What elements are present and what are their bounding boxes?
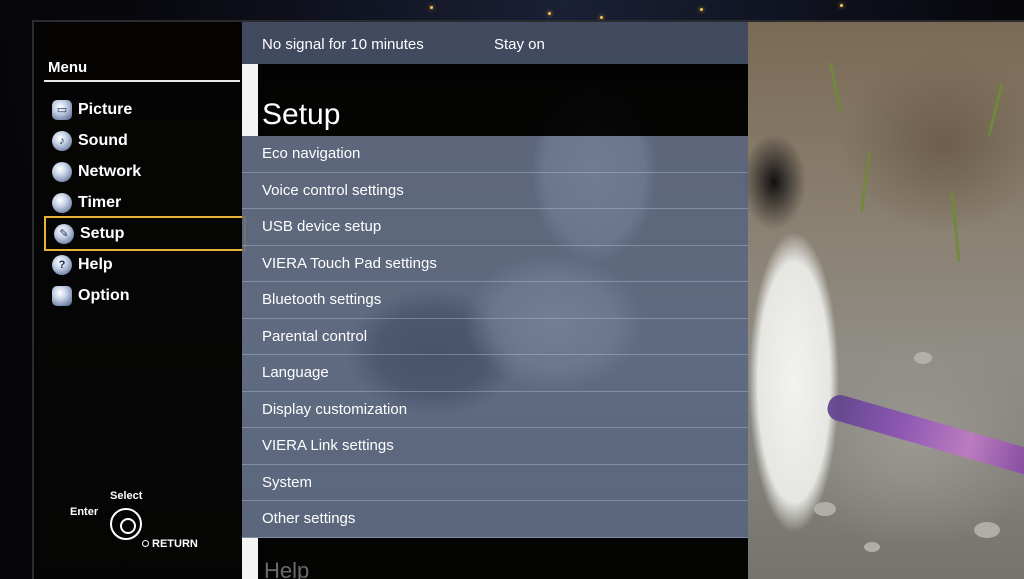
menu-item-sound[interactable]: ♪ Sound bbox=[44, 125, 246, 156]
main-menu-panel: Menu ▭ Picture ♪ Sound Network Timer ✎ S… bbox=[34, 22, 246, 579]
star-decoration bbox=[430, 6, 433, 9]
grass-decoration bbox=[859, 152, 872, 212]
option-language[interactable]: Language bbox=[242, 355, 748, 392]
pebble-decoration bbox=[864, 542, 880, 552]
navigation-hint: Select Enter RETURN bbox=[70, 490, 240, 560]
menu-item-timer[interactable]: Timer bbox=[44, 187, 246, 218]
dpad-icon bbox=[110, 508, 142, 540]
pebble-decoration bbox=[914, 352, 932, 364]
option-viera-link-settings[interactable]: VIERA Link settings bbox=[242, 428, 748, 465]
option-usb-device-setup[interactable]: USB device setup bbox=[242, 209, 748, 246]
pebble-decoration bbox=[974, 522, 1000, 538]
grass-decoration bbox=[950, 192, 961, 262]
menu-item-option[interactable]: Option bbox=[44, 280, 246, 311]
option-system[interactable]: System bbox=[242, 464, 748, 501]
menu-item-network[interactable]: Network bbox=[44, 156, 246, 187]
star-decoration bbox=[840, 4, 843, 7]
help-section: Help bbox=[242, 538, 748, 579]
menu-title: Menu bbox=[48, 59, 88, 76]
option-icon bbox=[52, 285, 72, 306]
help-section-title: Help bbox=[264, 558, 310, 579]
option-display-customization[interactable]: Display customization bbox=[242, 391, 748, 428]
option-bluetooth-settings[interactable]: Bluetooth settings bbox=[242, 282, 748, 319]
menu-item-label: Help bbox=[78, 255, 113, 273]
tv-screen: Menu ▭ Picture ♪ Sound Network Timer ✎ S… bbox=[32, 20, 1024, 579]
status-bar[interactable]: No signal for 10 minutes Stay on bbox=[242, 22, 748, 64]
grass-decoration bbox=[828, 62, 843, 112]
setup-header: Setup bbox=[242, 64, 748, 136]
star-decoration bbox=[548, 12, 551, 15]
return-hint-label: RETURN bbox=[152, 538, 198, 550]
timer-icon bbox=[52, 192, 72, 213]
star-decoration bbox=[700, 8, 703, 11]
menu-item-label: Sound bbox=[78, 131, 128, 149]
help-accent-bar bbox=[242, 538, 258, 579]
grass-decoration bbox=[987, 82, 1004, 137]
header-accent-bar bbox=[242, 64, 258, 136]
setup-options-list: Eco navigation Voice control settings US… bbox=[242, 136, 748, 538]
menu-list: ▭ Picture ♪ Sound Network Timer ✎ Setup … bbox=[44, 94, 246, 311]
option-other-settings[interactable]: Other settings bbox=[242, 501, 748, 538]
pebble-decoration bbox=[814, 502, 836, 516]
option-viera-touch-pad-settings[interactable]: VIERA Touch Pad settings bbox=[242, 245, 748, 282]
menu-item-label: Timer bbox=[78, 193, 122, 211]
menu-item-label: Option bbox=[78, 286, 130, 304]
sound-icon: ♪ bbox=[52, 130, 72, 151]
menu-item-help[interactable]: ? Help bbox=[44, 249, 246, 280]
picture-icon: ▭ bbox=[52, 99, 72, 120]
wrench-icon: ✎ bbox=[54, 223, 74, 244]
menu-item-label: Setup bbox=[80, 224, 125, 242]
status-setting-label: No signal for 10 minutes bbox=[262, 36, 424, 53]
option-voice-control-settings[interactable]: Voice control settings bbox=[242, 172, 748, 209]
page-title: Setup bbox=[262, 98, 341, 131]
option-parental-control[interactable]: Parental control bbox=[242, 318, 748, 355]
network-icon bbox=[52, 161, 72, 182]
select-hint-label: Select bbox=[110, 490, 143, 502]
help-icon: ? bbox=[52, 254, 72, 275]
menu-item-setup[interactable]: ✎ Setup bbox=[44, 216, 246, 251]
return-button-icon bbox=[142, 540, 149, 547]
setup-panel: No signal for 10 minutes Stay on Setup E… bbox=[242, 22, 748, 579]
status-setting-value: Stay on bbox=[494, 36, 545, 53]
menu-divider bbox=[44, 80, 240, 82]
star-decoration bbox=[600, 16, 603, 19]
menu-item-label: Picture bbox=[78, 100, 133, 118]
leash-decoration bbox=[824, 392, 1024, 478]
option-eco-navigation[interactable]: Eco navigation bbox=[242, 136, 748, 173]
enter-hint-label: Enter bbox=[70, 506, 99, 518]
menu-item-label: Network bbox=[78, 162, 142, 180]
menu-item-picture[interactable]: ▭ Picture bbox=[44, 94, 246, 125]
